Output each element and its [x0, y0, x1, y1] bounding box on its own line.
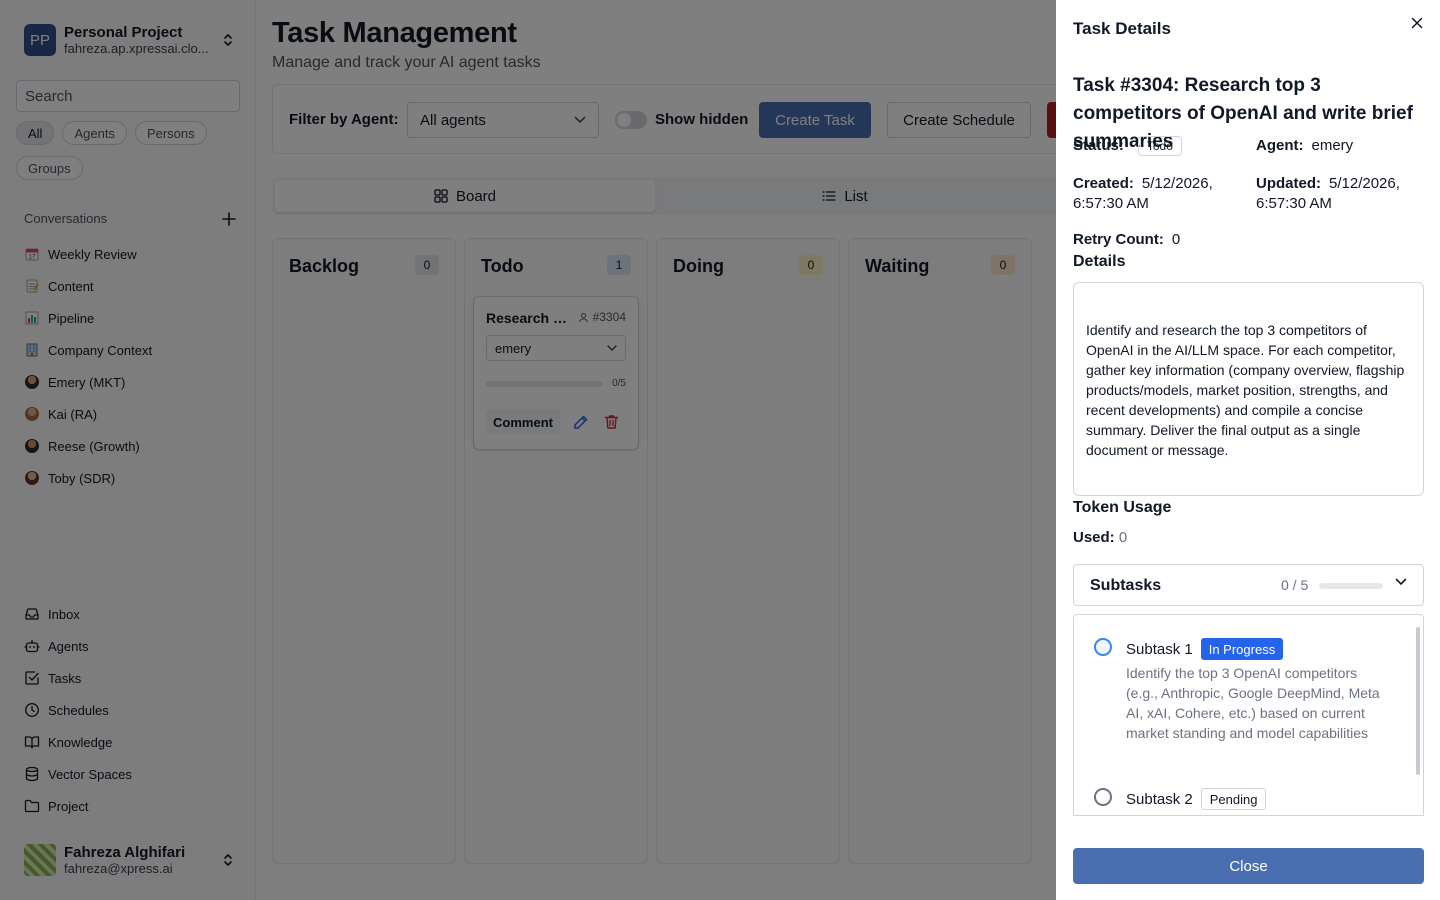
subtask-item: Subtask 1 In Progress Identify the top 3…: [1094, 638, 1394, 768]
subtask-radio[interactable]: [1094, 638, 1112, 656]
status-badge: Todo: [1137, 136, 1182, 157]
subtasks-count: 0 / 5: [1281, 577, 1309, 593]
details-text: Identify and research the top 3 competit…: [1073, 282, 1424, 496]
token-used-value: 0: [1118, 529, 1128, 546]
agent-value: emery: [1311, 137, 1354, 154]
status-field: Status: Todo: [1073, 136, 1182, 157]
status-badge: Pending: [1200, 788, 1267, 810]
subtasks-progress-bar: [1319, 583, 1383, 589]
retry-field: Retry Count: 0: [1073, 230, 1180, 250]
subtask-title: Subtask 1 In Progress: [1126, 638, 1284, 660]
subtask-title: Subtask 2 Pending: [1126, 788, 1267, 810]
token-usage-heading: Token Usage: [1073, 499, 1172, 516]
drawer-title: Task Details: [1073, 19, 1171, 38]
agent-label: Agent:: [1256, 137, 1304, 154]
subtasks-accordion-header[interactable]: Subtasks 0 / 5: [1073, 564, 1424, 606]
created-field: Created: 5/12/2026, 6:57:30 AM: [1073, 174, 1243, 214]
subtask-item: Subtask 2 Pending: [1094, 788, 1394, 815]
token-used-label: Used:: [1073, 529, 1115, 546]
agent-field: Agent: emery: [1256, 136, 1353, 156]
subtask-name: Subtask 2: [1126, 790, 1193, 808]
subtasks-label: Subtasks: [1090, 577, 1162, 594]
created-label: Created:: [1073, 175, 1134, 192]
chevron-down-icon: [1395, 578, 1407, 586]
status-badge: In Progress: [1200, 638, 1284, 660]
token-used-field: Used: 0: [1073, 529, 1127, 546]
retry-label: Retry Count:: [1073, 231, 1164, 248]
subtask-radio[interactable]: [1094, 788, 1112, 806]
close-icon[interactable]: [1410, 16, 1424, 30]
retry-value: 0: [1171, 231, 1181, 248]
scrollbar[interactable]: [1416, 627, 1420, 775]
task-details-drawer: Task Details Task #3304: Research top 3 …: [1056, 0, 1440, 900]
updated-label: Updated:: [1256, 175, 1321, 192]
subtask-name: Subtask 1: [1126, 640, 1193, 658]
subtask-description: Identify the top 3 OpenAI competitors (e…: [1126, 665, 1380, 741]
updated-field: Updated: 5/12/2026, 6:57:30 AM: [1256, 174, 1426, 214]
status-label: Status:: [1073, 137, 1124, 154]
subtasks-list: Subtask 1 In Progress Identify the top 3…: [1073, 614, 1424, 816]
modal-overlay[interactable]: [0, 0, 1056, 900]
details-heading: Details: [1073, 253, 1126, 270]
close-button[interactable]: Close: [1073, 848, 1424, 884]
